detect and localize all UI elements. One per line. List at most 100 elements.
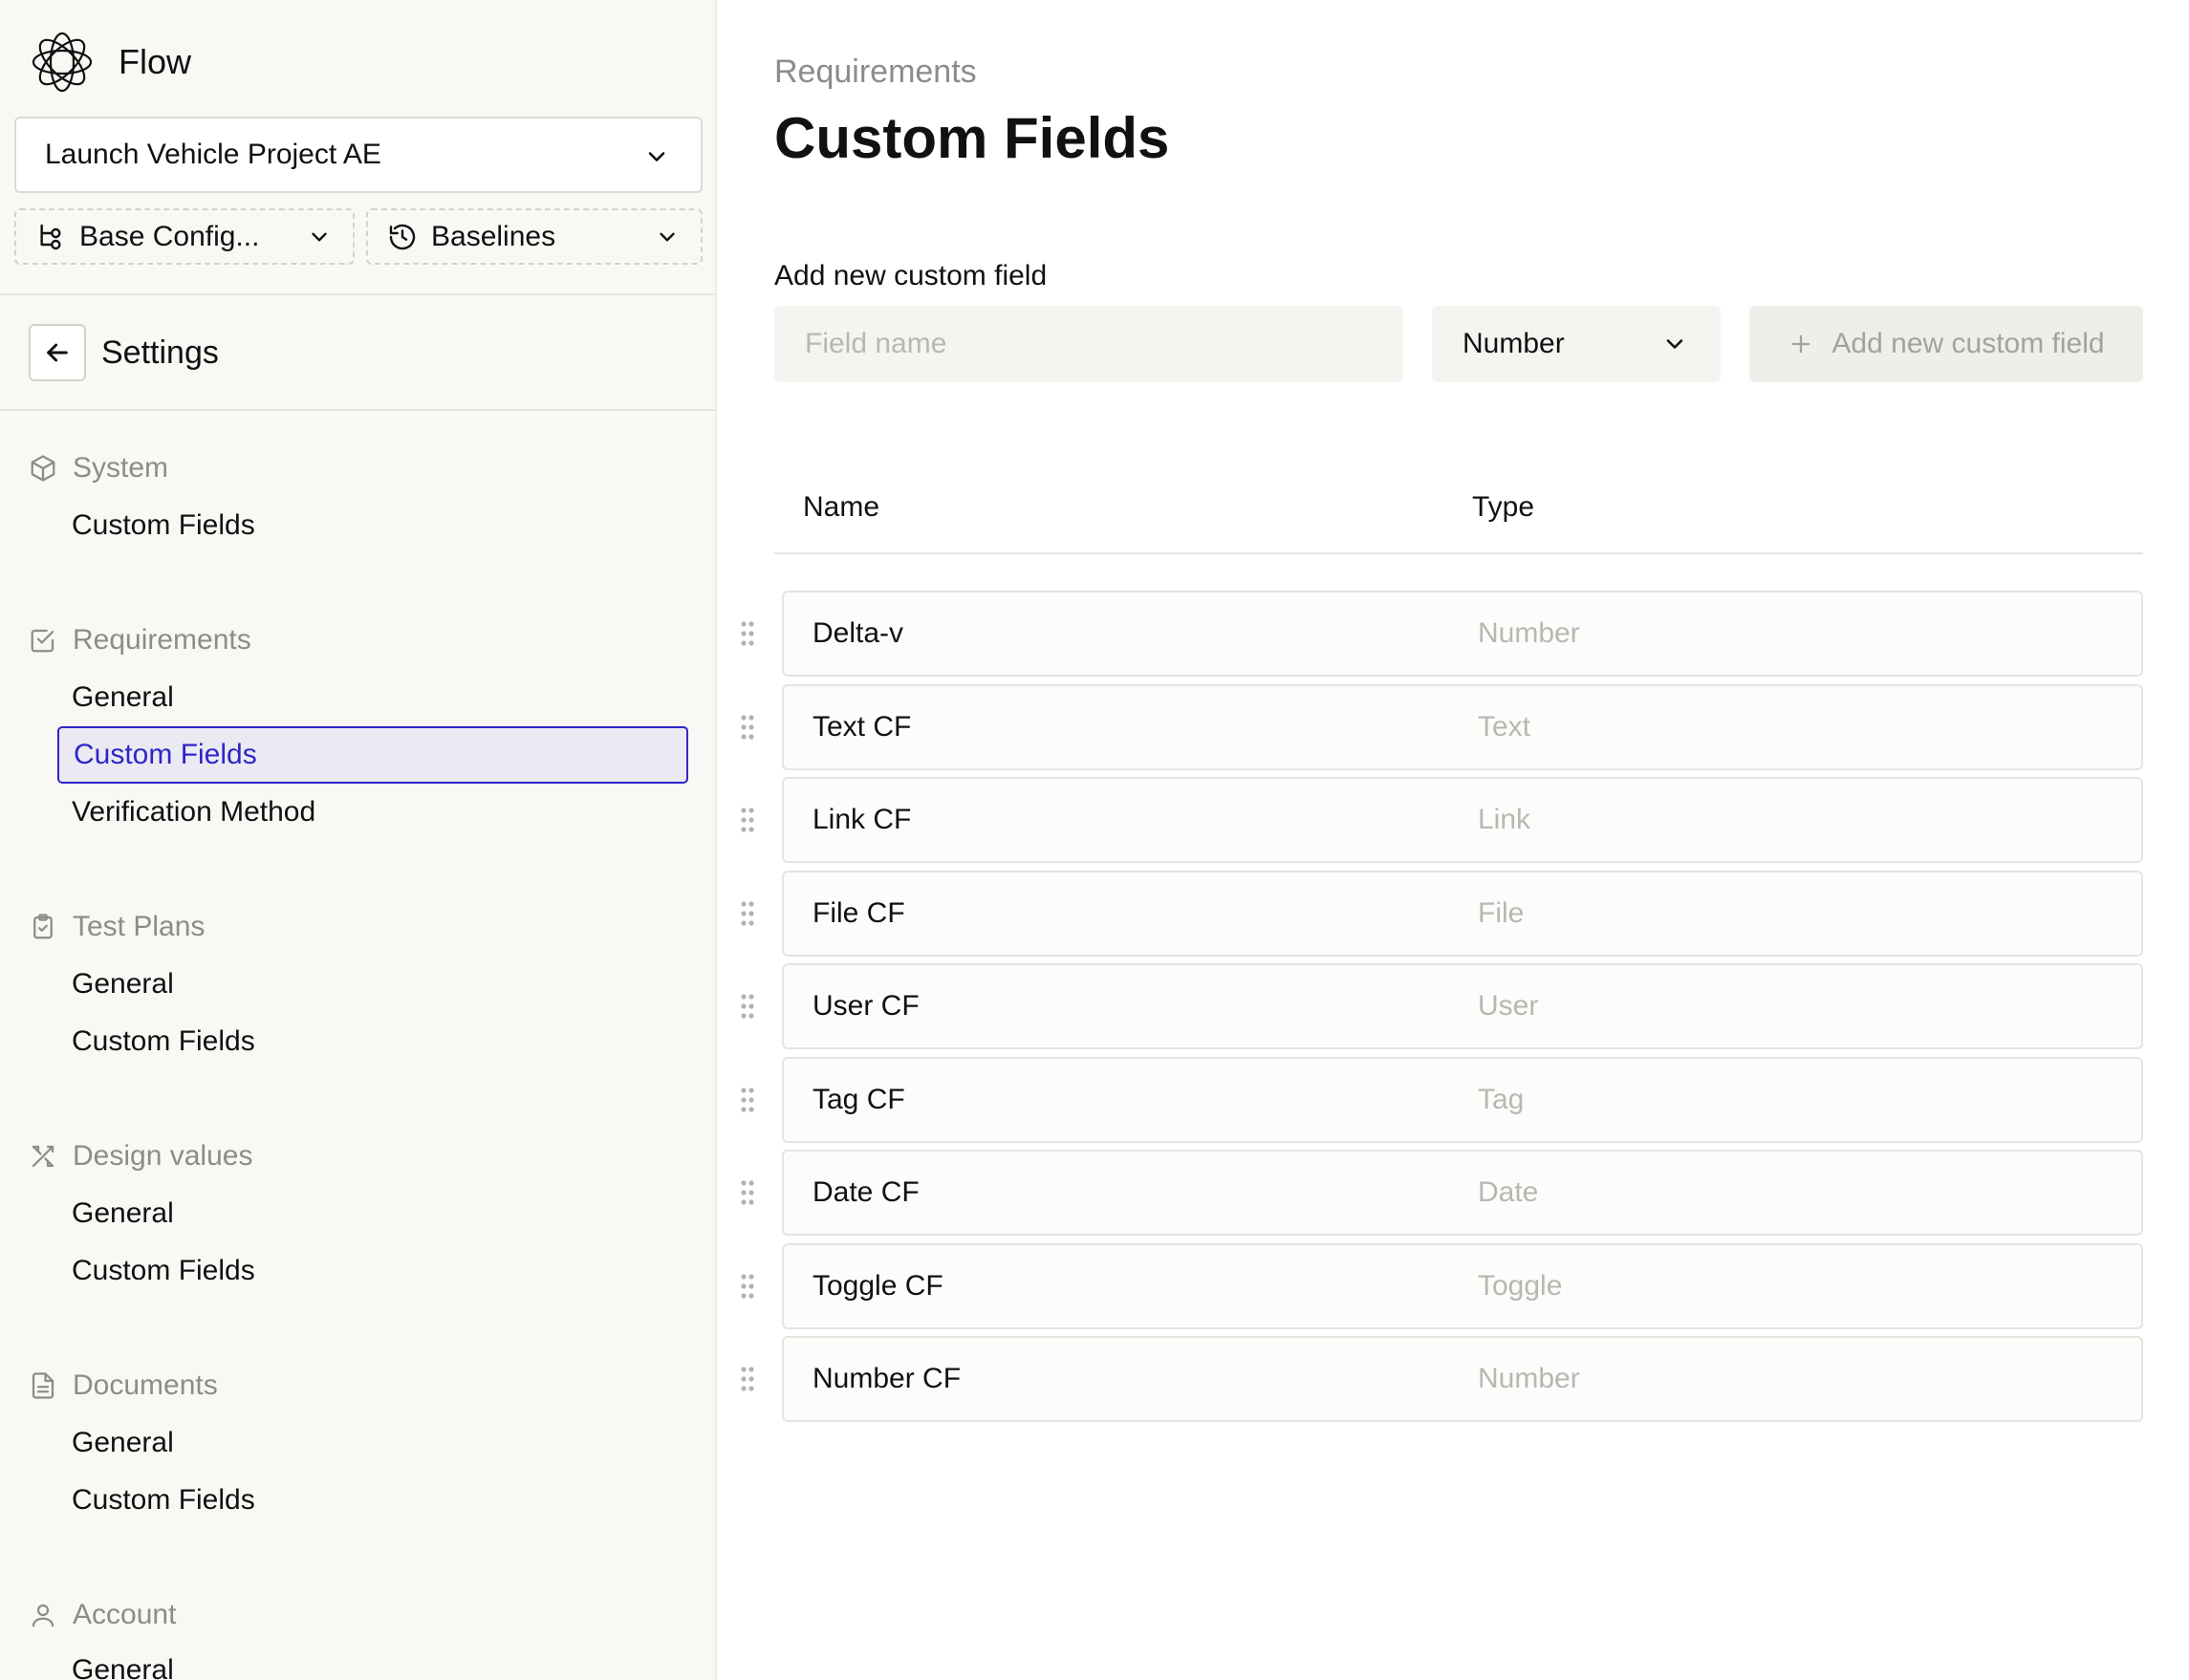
nav-requirements-custom-fields[interactable]: Custom Fields [57,726,688,784]
plus-icon [1792,334,1810,354]
nav-account-general[interactable]: General [72,1651,174,1680]
drag-handle-icon[interactable] [738,899,757,928]
row-field-type: User [1478,990,1539,1022]
table-header-divider [774,552,2143,554]
nav-system-custom-fields[interactable]: Custom Fields [72,506,255,545]
nav-design-values-general[interactable]: General [72,1195,174,1233]
column-header-name: Name [803,491,880,523]
drag-handle-icon[interactable] [738,992,757,1021]
chevron-down-icon [312,232,327,242]
checkbox-icon [31,629,54,653]
branch-icon [40,224,61,249]
add-custom-field-label: Add new custom field [1831,328,2105,359]
section-label: System [73,452,169,484]
table-row[interactable]: Number CF Number [782,1336,2143,1422]
section-test-plans: Test Plans [29,908,205,946]
cube-icon [31,455,55,482]
row-field-name: Number CF [813,1363,962,1394]
section-label: Documents [73,1369,218,1401]
column-header-type: Type [1472,491,1535,523]
section-label: Requirements [73,624,251,656]
drag-handle-icon[interactable] [738,619,757,648]
row-field-type: Number [1478,617,1580,649]
section-label: Test Plans [73,911,206,942]
row-field-type: Date [1478,1176,1539,1208]
flow-logo-icon [32,32,93,93]
row-field-name: Text CF [813,711,912,743]
chevron-down-icon [660,232,675,242]
nav-requirements-general[interactable]: General [72,678,174,717]
section-design-values: Design values [29,1137,252,1175]
row-field-type: Link [1478,804,1531,835]
section-label: Account [73,1599,177,1630]
page-title: Custom Fields [774,106,1170,170]
baselines-select[interactable]: Baselines [366,208,703,265]
row-field-name: File CF [813,897,905,929]
sidebar: Flow Launch Vehicle Project AE Base Conf… [0,0,717,1680]
row-field-type: Toggle [1478,1270,1563,1302]
nav-documents-general[interactable]: General [72,1424,174,1462]
drag-handle-icon[interactable] [738,1272,757,1301]
row-field-name: Toggle CF [813,1270,943,1302]
table-row[interactable]: File CF File [782,871,2143,957]
row-field-name: Date CF [813,1176,920,1208]
field-type-select[interactable]: Number [1432,306,1721,382]
project-select-value: Launch Vehicle Project AE [45,139,381,170]
table-row[interactable]: Date CF Date [782,1150,2143,1236]
row-field-name: Link CF [813,804,912,835]
baselines-select-value: Baselines [431,220,556,252]
drag-handle-icon[interactable] [738,1086,757,1114]
table-row[interactable]: User CF User [782,963,2143,1049]
app-name: Flow [119,42,192,81]
table-row[interactable]: Delta-v Number [782,591,2143,677]
app-logo[interactable]: Flow [31,29,191,96]
nav-test-plans-general[interactable]: General [72,965,174,1003]
config-select[interactable]: Base Config... [14,208,355,265]
field-name-input[interactable] [774,306,1403,382]
sidebar-divider [0,293,715,295]
design-tools-icon [32,1145,54,1168]
document-icon [32,1372,54,1399]
row-field-type: File [1478,897,1525,929]
drag-handle-icon[interactable] [738,1365,757,1393]
main-content: Requirements Custom Fields Add new custo… [719,0,2189,1680]
history-icon [389,224,416,249]
section-system: System [29,449,168,487]
arrow-left-icon [47,343,68,362]
section-label: Design values [73,1140,253,1172]
user-icon [32,1604,54,1627]
section-requirements: Requirements [29,621,251,659]
table-row[interactable]: Text CF Text [782,684,2143,770]
row-field-type: Text [1478,711,1531,743]
nav-test-plans-custom-fields[interactable]: Custom Fields [72,1023,255,1061]
back-button[interactable] [29,324,86,381]
drag-handle-icon[interactable] [738,1178,757,1207]
section-account: Account [29,1596,176,1634]
drag-handle-icon[interactable] [738,806,757,834]
nav-design-values-custom-fields[interactable]: Custom Fields [72,1252,255,1290]
table-row[interactable]: Tag CF Tag [782,1057,2143,1143]
settings-title: Settings [101,334,219,371]
nav-requirements-verification-method[interactable]: Verification Method [72,793,315,831]
section-documents: Documents [29,1367,218,1405]
breadcrumb[interactable]: Requirements [774,54,977,91]
sidebar-divider [0,409,715,411]
table-row[interactable]: Toggle CF Toggle [782,1243,2143,1329]
table-row[interactable]: Link CF Link [782,777,2143,863]
add-custom-field-button[interactable]: Add new custom field [1749,306,2143,382]
nav-documents-custom-fields[interactable]: Custom Fields [72,1481,255,1519]
project-select[interactable]: Launch Vehicle Project AE [14,117,703,193]
row-field-type: Tag [1478,1084,1525,1115]
row-field-type: Number [1478,1363,1580,1394]
drag-handle-icon[interactable] [738,713,757,742]
add-field-label: Add new custom field [774,260,1048,291]
chevron-down-icon [648,152,665,162]
field-type-value: Number [1463,328,1565,359]
row-field-name: Tag CF [813,1084,905,1115]
clipboard-check-icon [33,914,53,939]
config-select-value: Base Config... [79,220,260,252]
chevron-down-icon [1666,339,1683,349]
row-field-name: User CF [813,990,920,1022]
row-field-name: Delta-v [813,617,904,649]
settings-header: Settings [29,323,219,382]
